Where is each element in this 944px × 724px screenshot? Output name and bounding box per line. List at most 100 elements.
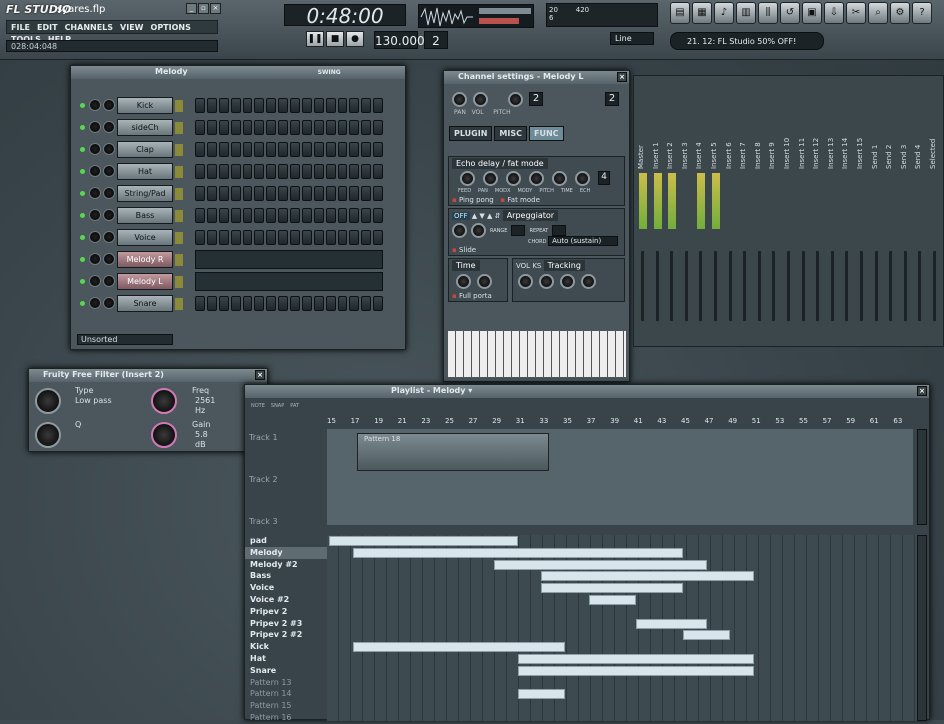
settings-icon[interactable]: ⚙ bbox=[890, 2, 910, 24]
stop-button[interactable]: ■ bbox=[326, 31, 344, 47]
fader[interactable] bbox=[830, 251, 834, 321]
pattern-item[interactable]: Melody #2 bbox=[245, 559, 327, 571]
pan-knob[interactable] bbox=[483, 171, 498, 186]
res-knob[interactable] bbox=[518, 274, 533, 289]
menu-options[interactable]: OPTIONS bbox=[147, 21, 194, 32]
fader[interactable] bbox=[933, 251, 936, 321]
fader[interactable] bbox=[684, 251, 688, 321]
tempo-display[interactable]: 130.000 bbox=[374, 31, 425, 49]
fader[interactable] bbox=[874, 251, 878, 321]
step-sequencer-title[interactable]: Melody SWING bbox=[71, 66, 405, 79]
pattern-block[interactable] bbox=[352, 642, 565, 653]
pattern-item[interactable]: Pattern 13 bbox=[245, 677, 327, 689]
channel-button[interactable]: Kick bbox=[117, 97, 173, 114]
gate-knob[interactable] bbox=[471, 223, 486, 238]
render-icon[interactable]: ⇩ bbox=[824, 2, 844, 24]
mixer-strip[interactable]: Insert 11 bbox=[798, 91, 810, 341]
mixer-strip[interactable]: Insert 7 bbox=[739, 91, 751, 341]
mute-led[interactable] bbox=[80, 301, 85, 306]
fader[interactable] bbox=[699, 251, 703, 321]
fader[interactable] bbox=[816, 251, 820, 321]
pattern-scrollbar[interactable] bbox=[917, 535, 927, 721]
restore-icon[interactable]: ▫ bbox=[198, 3, 209, 14]
pan-knob[interactable] bbox=[452, 92, 467, 107]
pattern-item[interactable]: Voice #2 bbox=[245, 594, 327, 606]
playlist-icon[interactable]: ▤ bbox=[670, 2, 690, 24]
pattern-item[interactable]: Voice bbox=[245, 582, 327, 594]
pattern-grid[interactable] bbox=[327, 535, 917, 721]
channel-select[interactable] bbox=[175, 144, 183, 156]
gain-knob[interactable] bbox=[151, 422, 177, 448]
close-icon[interactable]: × bbox=[617, 72, 627, 82]
mute-led[interactable] bbox=[80, 279, 85, 284]
mixer-strip[interactable]: Insert 9 bbox=[768, 91, 780, 341]
modx-knob[interactable] bbox=[506, 171, 521, 186]
fader[interactable] bbox=[743, 251, 747, 321]
pattern-block[interactable] bbox=[683, 630, 731, 641]
channel-button[interactable]: Melody R bbox=[117, 251, 173, 268]
channel-select[interactable] bbox=[175, 298, 183, 310]
mixer-strip[interactable]: Insert 2 bbox=[666, 91, 678, 341]
channel-button[interactable]: sideCh bbox=[117, 119, 173, 136]
q-knob[interactable] bbox=[35, 422, 61, 448]
fader[interactable] bbox=[670, 251, 674, 321]
fader[interactable] bbox=[801, 251, 805, 321]
mute-led[interactable] bbox=[80, 257, 85, 262]
channel-select[interactable] bbox=[175, 188, 183, 200]
mute-led[interactable] bbox=[80, 125, 85, 130]
tab-misc[interactable]: MISC bbox=[494, 126, 527, 141]
track-1-label[interactable]: Track 1 bbox=[249, 433, 327, 473]
channel-button[interactable]: Bass bbox=[117, 207, 173, 224]
fader[interactable] bbox=[757, 251, 761, 321]
playlist-title[interactable]: Playlist - Melody ▾ × bbox=[245, 385, 929, 398]
track-scrollbar[interactable] bbox=[917, 429, 927, 525]
menu-file[interactable]: FILE bbox=[7, 21, 33, 32]
mute-led[interactable] bbox=[80, 213, 85, 218]
step-sequencer-icon[interactable]: ▦ bbox=[692, 2, 712, 24]
mixer-strip[interactable]: Master bbox=[637, 91, 649, 341]
close-icon[interactable]: × bbox=[917, 386, 927, 396]
volume-knob[interactable] bbox=[103, 165, 115, 177]
chord-select[interactable]: Auto (sustain) bbox=[548, 236, 619, 246]
pitch-knob[interactable] bbox=[552, 171, 567, 186]
channel-select[interactable] bbox=[175, 232, 183, 244]
pan-knob[interactable] bbox=[89, 187, 101, 199]
step-buttons[interactable] bbox=[195, 164, 383, 179]
channel-select[interactable] bbox=[175, 166, 183, 178]
mixer-strip[interactable]: Insert 5 bbox=[710, 91, 722, 341]
fader[interactable] bbox=[889, 251, 893, 321]
pattern-block[interactable] bbox=[329, 536, 518, 546]
type-knob[interactable] bbox=[35, 388, 61, 414]
mixer-strip[interactable]: Insert 10 bbox=[783, 91, 795, 341]
mixer-strip[interactable]: Insert 8 bbox=[754, 91, 766, 341]
mixer-strip[interactable]: Send 1 bbox=[871, 91, 883, 341]
channel-settings-title[interactable]: Channel settings - Melody L × bbox=[444, 71, 629, 84]
pattern-block[interactable] bbox=[517, 689, 565, 700]
timeline-ruler[interactable]: 15 17 19 21 23 25 27 29 31 33 35 37 39 41 43 45 47 49 51 53… bbox=[327, 415, 907, 429]
pattern-item[interactable]: Pripev 2 #3 bbox=[245, 618, 327, 630]
pattern-item[interactable]: Pripev 2 #2 bbox=[245, 629, 327, 641]
mixer-strip[interactable]: Insert 14 bbox=[841, 91, 853, 341]
fader[interactable] bbox=[728, 251, 732, 321]
step-buttons[interactable] bbox=[195, 230, 383, 245]
channel-select[interactable] bbox=[175, 276, 183, 288]
song-time-display[interactable]: 0:48:00 bbox=[284, 4, 406, 27]
pattern-item[interactable]: Kick bbox=[245, 641, 327, 653]
mixer-strip[interactable]: Selected bbox=[929, 91, 941, 341]
channel-button[interactable]: Hat bbox=[117, 163, 173, 180]
mixer-strip[interactable]: Insert 12 bbox=[812, 91, 824, 341]
mixer-icon[interactable]: ⫼ bbox=[758, 2, 778, 24]
close-icon[interactable]: × bbox=[210, 3, 221, 14]
channel-button[interactable]: Snare bbox=[117, 295, 173, 312]
fader[interactable] bbox=[860, 251, 863, 321]
pattern-item[interactable]: Pattern 15 bbox=[245, 700, 327, 712]
minimize-icon[interactable]: _ bbox=[186, 3, 197, 14]
mute-led[interactable] bbox=[80, 169, 85, 174]
pan-knob[interactable] bbox=[539, 274, 554, 289]
time-knob[interactable] bbox=[452, 223, 467, 238]
volume-knob[interactable] bbox=[103, 297, 115, 309]
step-buttons[interactable] bbox=[195, 208, 383, 223]
mute-led[interactable] bbox=[80, 235, 85, 240]
pan-knob[interactable] bbox=[89, 99, 101, 111]
pattern-block[interactable] bbox=[517, 665, 754, 676]
